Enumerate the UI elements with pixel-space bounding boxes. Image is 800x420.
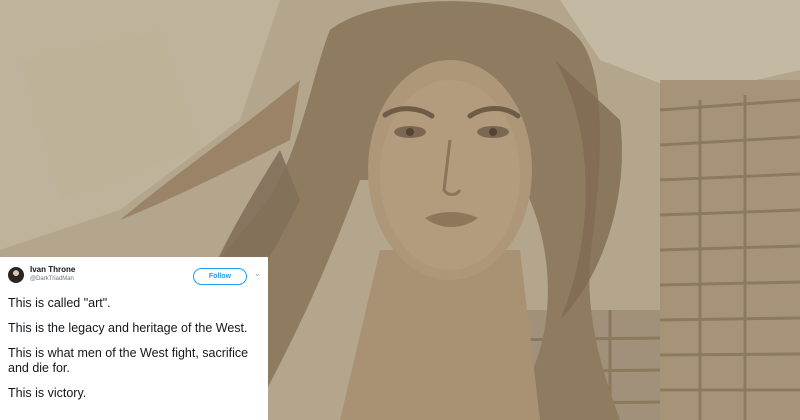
tweet-paragraph: This is the legacy and heritage of the W… [8, 321, 248, 335]
tweet-paragraph: This is what men of the West fight, sacr… [8, 346, 249, 375]
avatar[interactable] [8, 267, 24, 283]
chevron-down-icon[interactable]: ⌄ [254, 269, 261, 278]
tweet-paragraph: This is victory. [8, 386, 87, 400]
author-name[interactable]: Ivan Throne [30, 265, 75, 275]
tweet-text: This is called "art". This is the legacy… [8, 296, 258, 401]
tweet-author: Ivan Throne @DarkTriadMan [30, 265, 75, 283]
tweet-paragraph: This is called "art". [8, 296, 111, 310]
tweet-header: Ivan Throne @DarkTriadMan Follow ⌄ [8, 263, 261, 293]
tweet-card: Ivan Throne @DarkTriadMan Follow ⌄ This … [0, 257, 268, 420]
follow-button[interactable]: Follow [193, 268, 247, 285]
author-handle[interactable]: @DarkTriadMan [30, 275, 75, 283]
